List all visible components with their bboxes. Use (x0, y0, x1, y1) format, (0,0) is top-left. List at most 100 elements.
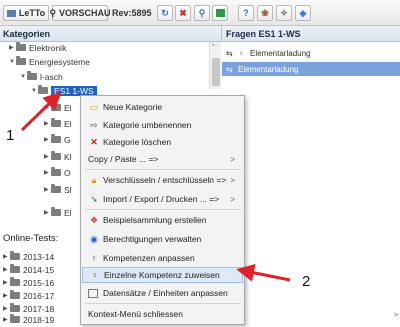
expand-arrow-icon[interactable]: ▶ (3, 253, 10, 260)
online-test-2016-17[interactable]: ▶ 2016-17 (3, 289, 54, 302)
folder-icon (51, 151, 61, 160)
tree-node-child-2[interactable]: ▶ El (44, 117, 72, 130)
expand-arrow-icon[interactable]: ▶ (3, 305, 10, 312)
rename-icon: ⇨ (90, 119, 98, 130)
question-type-icon: ⇆ (226, 64, 233, 74)
tree-node-child-6[interactable]: ▶ Sl (44, 183, 72, 196)
question-row[interactable]: ⇆ ♀ Elementarladung (222, 46, 400, 60)
collapse-arrow-icon[interactable]: ▼ (31, 88, 38, 94)
menu-item-new-category[interactable]: ▭ Neue Kategorie (82, 99, 243, 115)
menu-item-import-export[interactable]: ➘ Import / Export / Drucken ... => > (82, 191, 243, 207)
expand-arrow-icon: ▶ (44, 105, 49, 111)
expand-arrow-icon[interactable]: ▶ (3, 292, 10, 299)
wrench-icon: ✧ (280, 7, 288, 18)
refresh-button[interactable]: ↻ (157, 5, 173, 21)
folder-icon (16, 56, 26, 65)
scroll-right-icon[interactable]: > (394, 312, 398, 319)
competence-assign-icon: ♀ (91, 270, 99, 280)
tree-node-l-asch[interactable]: ▼ l-asch (20, 70, 63, 83)
collapse-arrow-icon[interactable]: ▼ (9, 59, 16, 65)
competence-icon: ♀ (90, 253, 98, 263)
competence-button[interactable]: ❀ (257, 5, 273, 21)
tools-icon: ✖ (179, 7, 187, 18)
folder-icon (10, 303, 20, 312)
folder-icon (10, 251, 20, 260)
menu-item-example-collection[interactable]: ❖ Beispielsammlung erstellen (82, 212, 243, 228)
menu-item-encrypt[interactable]: 🔒︎ Verschlüsseln / entschlüsseln => > (82, 172, 243, 188)
folder-icon (38, 85, 48, 94)
folder-icon (51, 118, 61, 127)
folder-icon (6, 9, 16, 17)
tree-node-elektronik[interactable]: ▶ Elektronik (9, 41, 66, 54)
preview-button[interactable]: ⚲ VORSCHAU (49, 5, 111, 21)
folder-icon (51, 167, 61, 176)
refresh-icon: ↻ (161, 7, 169, 18)
tree-scrollbar[interactable]: ^ (209, 42, 221, 89)
folder-icon (51, 184, 61, 193)
screen-icon (215, 9, 225, 17)
folder-icon (10, 264, 20, 273)
expand-arrow-icon: ▶ (44, 154, 49, 160)
online-test-2014-15[interactable]: ▶ 2014-15 (3, 263, 54, 276)
tree-node-energiesysteme[interactable]: ▼ Energiesysteme (9, 55, 90, 68)
menu-item-close-menu[interactable]: Kontext-Menü schliessen (82, 306, 243, 322)
online-test-2018-19[interactable]: ▶ 2018-19 (3, 314, 54, 325)
menu-item-rename-category[interactable]: ⇨ Kategorie umbenennen (82, 117, 243, 133)
scroll-up-icon[interactable]: ^ (212, 44, 215, 50)
online-test-2015-16[interactable]: ▶ 2015-16 (3, 276, 54, 289)
question-button[interactable]: ? (238, 5, 254, 21)
folder-icon (51, 134, 61, 143)
tree-node-child-1[interactable]: ▶ El (44, 101, 72, 114)
network-icon: ◈ (299, 7, 307, 18)
toolbar: LeTTo ⚲ VORSCHAU Rev:5895 ↻ ✖ ⚲ ? ❀ ✧ ◈ (0, 0, 400, 26)
tree-node-child-4[interactable]: ▶ Kl (44, 150, 72, 163)
import-icon: ➘ (90, 193, 98, 204)
expand-arrow-icon[interactable]: ▶ (3, 279, 10, 286)
categories-header: Kategorien (0, 26, 221, 42)
letto-button[interactable]: LeTTo (3, 5, 49, 21)
folder-icon (10, 290, 20, 299)
delete-icon: ✕ (90, 136, 98, 147)
online-test-2013-14[interactable]: ▶ 2013-14 (3, 250, 54, 263)
screen-button[interactable] (212, 5, 228, 21)
folder-icon (10, 277, 20, 286)
context-menu: ▭ Neue Kategorie ⇨ Kategorie umbenennen ✕ K… (80, 95, 245, 325)
expand-arrow-icon: ▶ (44, 121, 49, 127)
question-icon: ? (243, 8, 249, 18)
expand-arrow-icon[interactable]: ▶ (3, 266, 10, 273)
submenu-arrow-icon: > (230, 194, 235, 204)
collapse-arrow-icon[interactable]: ▼ (20, 74, 27, 80)
online-tests-title: Online-Tests: (3, 233, 59, 244)
tools-button[interactable]: ✖ (175, 5, 191, 21)
folder-icon (16, 42, 26, 51)
tree-node-child-3[interactable]: ▶ G (44, 133, 71, 146)
question-type-icon: ⇆ (226, 48, 233, 58)
menu-separator (85, 169, 241, 170)
settings-button[interactable]: ✧ (276, 5, 292, 21)
scroll-thumb[interactable] (212, 58, 220, 86)
dataset-icon (88, 288, 98, 298)
folder-icon (27, 71, 37, 80)
menu-item-assign-competence[interactable]: ♀ Einzelne Kompetenz zuweisen (82, 267, 243, 283)
submenu-arrow-icon: > (230, 175, 235, 185)
folder-icon (10, 314, 20, 323)
network-button[interactable]: ◈ (295, 5, 311, 21)
search-icon: ⚲ (198, 7, 206, 18)
expand-arrow-icon[interactable]: ▶ (9, 44, 16, 51)
expand-arrow-icon: ▶ (44, 210, 49, 216)
search-button[interactable]: ⚲ (194, 5, 210, 21)
menu-item-delete-category[interactable]: ✕ Kategorie löschen (82, 134, 243, 150)
menu-item-permissions[interactable]: ◉ Berechtigungen verwalten (82, 231, 243, 247)
folder-icon (51, 102, 61, 111)
menu-item-copy-paste[interactable]: Copy / Paste ... => > (82, 151, 243, 167)
expand-arrow-icon: ▶ (44, 187, 49, 193)
expand-arrow-icon[interactable]: ▶ (3, 316, 10, 323)
tree-node-child-5[interactable]: ▶ O (44, 166, 71, 179)
menu-item-datasets[interactable]: Datensätze / Einheiten anpassen (82, 285, 243, 301)
tree-node-child-7[interactable]: ▶ El (44, 206, 72, 219)
question-row-selected[interactable]: ⇆ Elementarladung (222, 62, 400, 76)
arrow-2 (236, 263, 291, 282)
menu-item-adjust-competences[interactable]: ♀ Kompetenzen anpassen (82, 250, 243, 266)
folder-icon (51, 207, 61, 216)
annotation-label-2: 2 (302, 273, 311, 290)
